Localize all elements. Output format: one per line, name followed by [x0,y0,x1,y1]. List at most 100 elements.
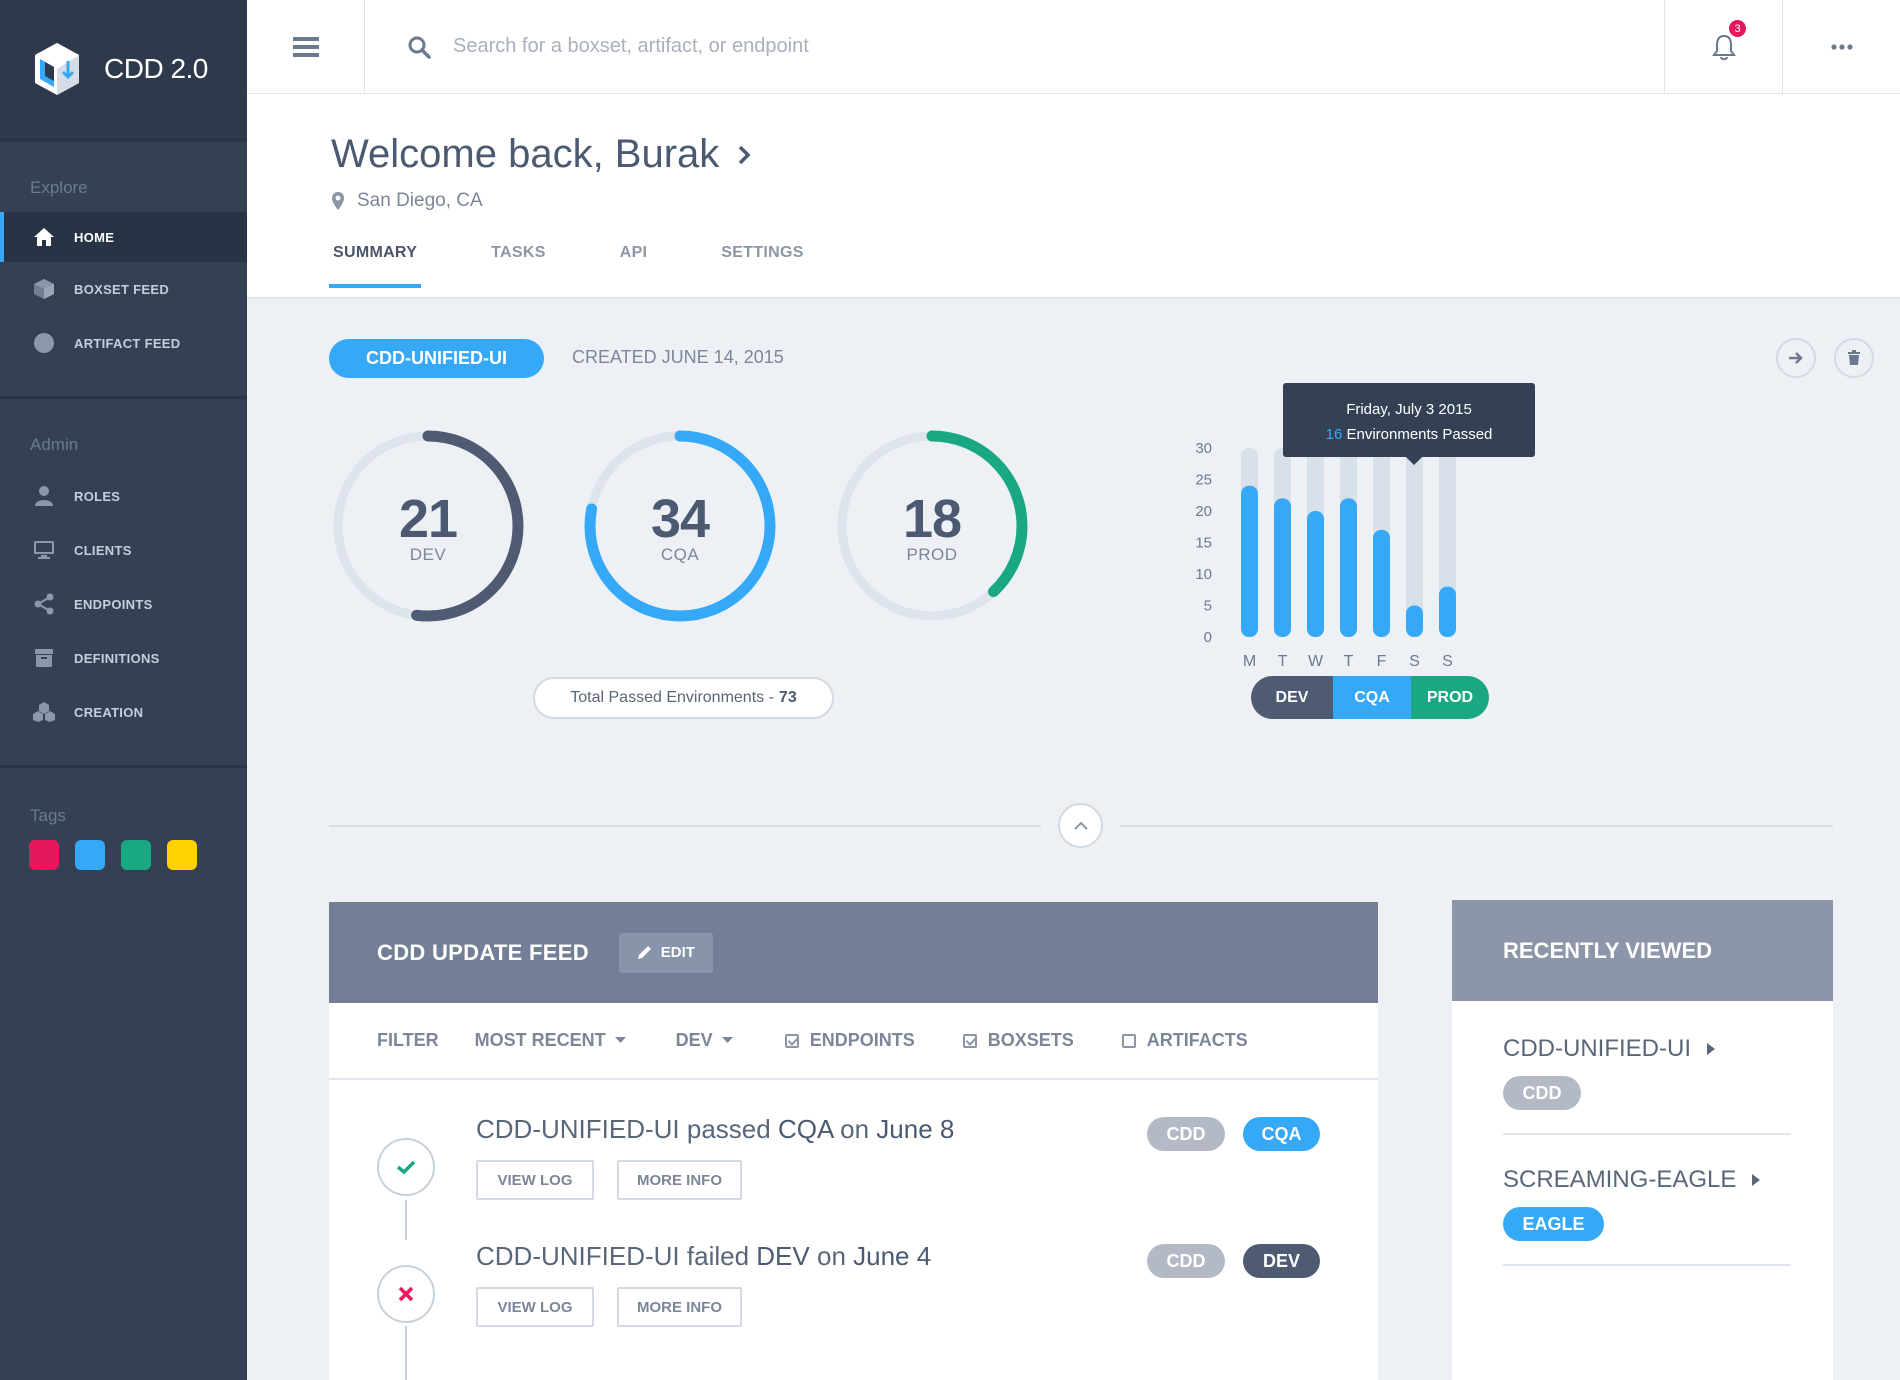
entry-boxset: CDD-UNIFIED-UI [476,1114,680,1144]
created-date: CREATED JUNE 14, 2015 [572,347,784,367]
y-tick-label-3: 15 [1195,535,1212,552]
view-log-button[interactable]: VIEW LOG [476,1160,594,1200]
tag-swatch-yellow[interactable] [167,840,197,870]
notification-badge: 3 [1729,20,1746,37]
tab-settings[interactable]: SETTINGS [717,244,807,288]
gauge-label: PROD [906,545,958,564]
x-tick-label-0: M [1243,653,1256,670]
bar-4[interactable] [1373,529,1390,637]
gauge-value: 21 [398,489,458,549]
tag-swatch-pink[interactable] [29,840,59,870]
update-feed: CDD UPDATE FEED EDIT FILTER MOST RECENT … [329,902,1378,1380]
recent-item-tag[interactable]: CDD [1503,1076,1581,1110]
explore-title: Explore [30,178,88,197]
bar-3[interactable] [1340,498,1357,637]
bar-1[interactable] [1274,498,1291,637]
sidebar-item-label: ENDPOINTS [74,596,153,612]
search-input[interactable] [453,35,1053,58]
tab-tasks[interactable]: TASKS [487,244,550,288]
entry-title[interactable]: CDD-UNIFIED-UI failed DEV on June 4 [476,1241,931,1272]
edit-button[interactable]: EDIT [618,932,713,973]
more-button[interactable] [1782,0,1900,93]
sidebar-item-artifact-feed[interactable]: ARTIFACT FEED [0,316,247,370]
filter-artifacts[interactable]: ARTIFACTS [1121,1030,1248,1051]
recent-item-tag[interactable]: EAGLE [1503,1207,1604,1241]
divider-left [329,825,1041,827]
tooltip-line: 16 Environments Passed [1283,422,1535,447]
bar-5[interactable] [1406,605,1423,638]
sidebar-item-label: ROLES [74,488,121,504]
sidebar-item-roles[interactable]: ROLES [0,469,247,523]
x-mark-icon [398,1286,414,1302]
env-toggle-dev[interactable]: DEV [1251,676,1333,719]
menu-button[interactable] [247,0,365,93]
sidebar-item-boxset-feed[interactable]: BOXSET FEED [0,262,247,316]
bar-0[interactable] [1241,485,1258,637]
feed-entry: CDD-UNIFIED-UI failed DEV on June 4 VIEW… [329,1207,1378,1327]
env-dropdown[interactable]: DEV [676,1030,733,1051]
collapse-button[interactable] [1058,803,1103,848]
sort-dropdown[interactable]: MOST RECENT [475,1030,626,1051]
x-tick-label-2: W [1308,653,1324,670]
recent-item[interactable]: SCREAMING-EAGLE EAGLE [1503,1166,1791,1266]
feed-entry: CDD-UNIFIED-UI passed CQA on June 8 VIEW… [329,1080,1378,1200]
bar-6[interactable] [1439,586,1456,637]
entry-tag[interactable]: CDD [1147,1117,1225,1151]
recent-item-title[interactable]: CDD-UNIFIED-UI [1503,1035,1791,1063]
sidebar-item-clients[interactable]: CLIENTS [0,523,247,577]
recent-item-name: CDD-UNIFIED-UI [1503,1035,1691,1062]
env-value: DEV [675,1030,713,1050]
filter-boxsets[interactable]: BOXSETS [962,1030,1074,1051]
recent-item[interactable]: CDD-UNIFIED-UI CDD [1503,1035,1791,1135]
checkbox-boxsets[interactable] [962,1033,977,1048]
tab-summary[interactable]: SUMMARY [329,244,422,288]
monitor-icon [32,538,56,562]
entry-tag[interactable]: CQA [1243,1117,1320,1151]
feed-title: CDD UPDATE FEED [377,939,589,965]
sidebar-item-label: ARTIFACT FEED [74,335,181,351]
y-tick-label-6: 0 [1204,629,1212,646]
y-tick-label-2: 20 [1195,503,1212,520]
view-log-button[interactable]: VIEW LOG [476,1287,594,1327]
entry-on: on [816,1241,846,1271]
sidebar-item-definitions[interactable]: DEFINITIONS [0,631,247,685]
tag-swatch-green[interactable] [121,840,151,870]
x-tick-label-6: S [1442,653,1453,670]
welcome-text: Welcome back, Burak [331,132,720,176]
sidebar-item-endpoints[interactable]: ENDPOINTS [0,577,247,631]
more-info-button[interactable]: MORE INFO [617,1160,742,1200]
filter-bar: FILTER MOST RECENT DEV ENDPOINTS BOXSETS… [329,1003,1378,1080]
delete-button[interactable] [1834,338,1874,378]
total-value: 73 [778,689,797,706]
tag-swatch-blue[interactable] [75,840,105,870]
notifications-button[interactable]: 3 [1664,0,1782,93]
tab-api[interactable]: API [616,244,652,288]
total-label: Total Passed Environments - [570,689,774,706]
archive-icon [32,646,56,670]
entry-tag[interactable]: CDD [1147,1244,1225,1278]
sidebar-item-creation[interactable]: CREATION [0,685,247,739]
filter-endpoints[interactable]: ENDPOINTS [784,1030,915,1051]
checkbox-endpoints[interactable] [784,1033,799,1048]
circle-icon [32,331,56,355]
check-icon [396,1160,416,1175]
admin-section: Admin ROLES CLIENTS ENDPOINTS DEFINITION… [0,399,247,768]
x-tick-label-4: F [1377,653,1387,670]
recent-item-title[interactable]: SCREAMING-EAGLE [1503,1166,1791,1194]
recent-item-name: SCREAMING-EAGLE [1503,1166,1737,1193]
home-icon [32,225,56,249]
env-toggle-prod[interactable]: PROD [1411,676,1489,719]
sidebar-item-home[interactable]: HOME [0,212,247,262]
x-tick-label-1: T [1278,653,1288,670]
more-info-button[interactable]: MORE INFO [617,1287,742,1327]
tag-swatches [0,840,247,870]
entry-tag[interactable]: DEV [1243,1244,1320,1278]
welcome-heading[interactable]: Welcome back, Burak [331,132,751,177]
boxset-pill[interactable]: CDD-UNIFIED-UI [329,339,544,378]
entry-title[interactable]: CDD-UNIFIED-UI passed CQA on June 8 [476,1114,954,1145]
forward-button[interactable] [1776,338,1816,378]
brand[interactable]: CDD 2.0 [0,0,247,142]
checkbox-artifacts[interactable] [1121,1033,1136,1048]
bar-2[interactable] [1307,511,1324,637]
env-toggle-cqa[interactable]: CQA [1333,676,1411,719]
